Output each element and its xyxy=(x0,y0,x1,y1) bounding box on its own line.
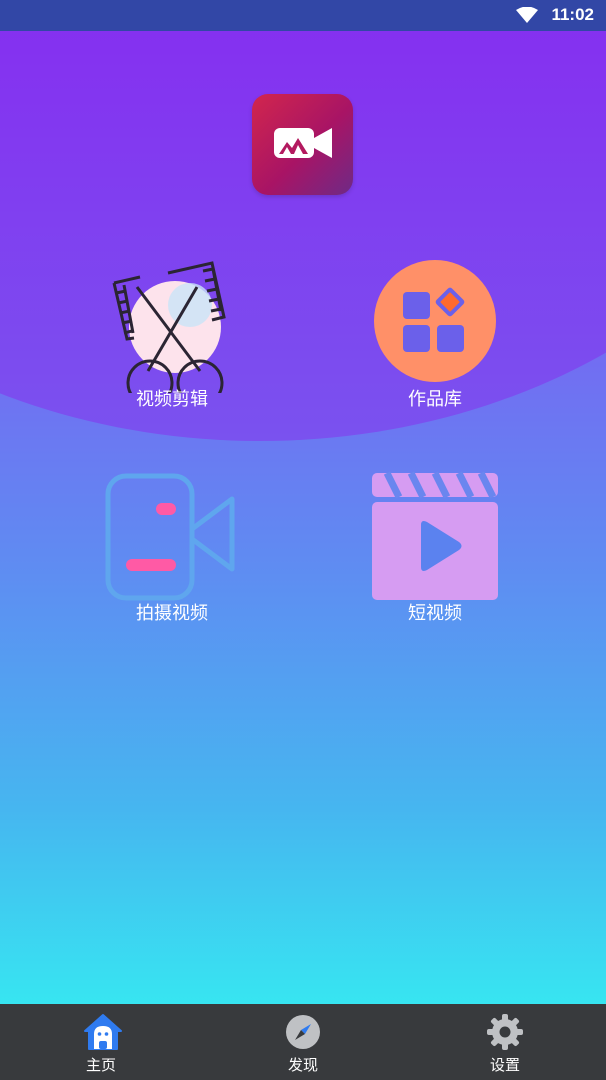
tile-label: 视频剪辑 xyxy=(136,389,208,410)
tab-home[interactable]: 主页 xyxy=(41,1004,161,1080)
gear-icon xyxy=(487,1014,523,1050)
tile-short-video[interactable]: 短视频 xyxy=(335,471,535,636)
tab-discover[interactable]: 发现 xyxy=(243,1004,363,1080)
tile-gallery[interactable]: 作品库 xyxy=(335,259,535,419)
clapperboard-play-icon xyxy=(372,471,498,600)
tab-settings[interactable]: 设置 xyxy=(445,1004,565,1080)
bottom-tab-bar: 主页 发现 设置 xyxy=(0,1004,606,1080)
wifi-icon xyxy=(516,7,538,23)
film-scissors-icon xyxy=(112,261,226,393)
tile-label: 作品库 xyxy=(408,389,462,410)
video-camera-icon xyxy=(105,473,235,601)
tile-shoot-video[interactable]: 拍摄视频 xyxy=(72,471,272,636)
home-icon xyxy=(84,1014,122,1050)
app-logo xyxy=(252,94,353,195)
status-time: 11:02 xyxy=(551,5,594,24)
compass-icon xyxy=(286,1015,320,1049)
tile-video-edit[interactable]: 视频剪辑 xyxy=(72,253,272,423)
tab-label: 发现 xyxy=(287,1056,318,1074)
tile-label: 短视频 xyxy=(408,603,462,624)
video-camera-mountain-icon xyxy=(274,128,332,158)
tab-label: 设置 xyxy=(489,1056,520,1074)
status-bar: 11:02 xyxy=(0,0,606,31)
gallery-grid-icon xyxy=(374,260,496,382)
tile-label: 拍摄视频 xyxy=(136,603,208,624)
home-screen: 视频剪辑 作品库 拍摄视频 短视频 xyxy=(0,31,606,1004)
tab-label: 主页 xyxy=(85,1056,116,1074)
